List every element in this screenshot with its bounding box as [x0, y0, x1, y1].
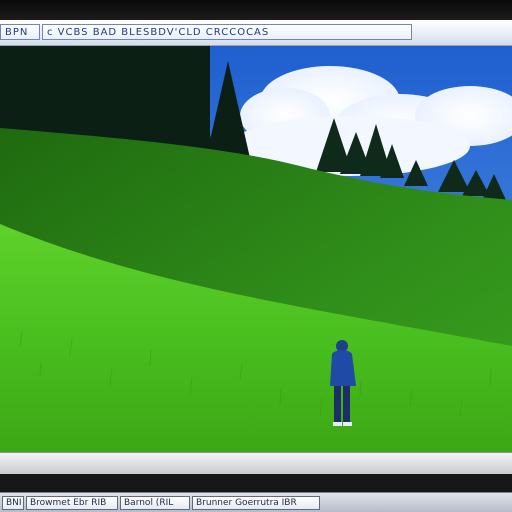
taskbar: BNI Browmet Ebr RIB Barnol (RIL Brunner …	[0, 492, 512, 512]
top-bezel	[0, 0, 512, 20]
title-strip: BPN ᴄ VCBS BAD BLESBDV'CLD CRCCOCAS	[0, 23, 414, 41]
taskbar-item-4[interactable]: Brunner Goerrutra IBR	[192, 495, 320, 510]
taskbar-item-1[interactable]: BNI	[2, 495, 24, 510]
title-app-label[interactable]: BPN	[0, 24, 40, 40]
title-document-label[interactable]: ᴄ VCBS BAD BLESBDV'CLD CRCCOCAS	[42, 24, 412, 40]
screen: BPN ᴄ VCBS BAD BLESBDV'CLD CRCCOCAS BNI …	[0, 0, 512, 512]
taskbar-item-2[interactable]: Browmet Ebr RIB	[26, 495, 118, 510]
window-bottom-frame	[0, 452, 512, 474]
window-titlebar[interactable]: BPN ᴄ VCBS BAD BLESBDV'CLD CRCCOCAS	[0, 20, 512, 46]
bottom-bezel	[0, 474, 512, 492]
landscape-image	[0, 46, 512, 452]
image-viewport[interactable]	[0, 46, 512, 452]
taskbar-item-3[interactable]: Barnol (RIL	[120, 495, 190, 510]
